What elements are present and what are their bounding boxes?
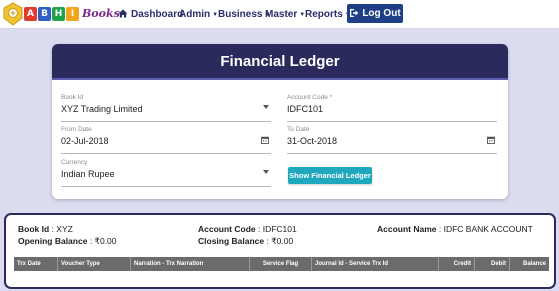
logout-button[interactable]: Log Out <box>347 4 403 23</box>
logo-letter: A <box>24 7 37 21</box>
from-date-label: From Date <box>61 126 92 133</box>
logout-label: Log Out <box>362 8 401 19</box>
nav-reports[interactable]: Reports▼ <box>305 8 351 22</box>
nav-reports-label: Reports <box>305 9 343 20</box>
nav-admin[interactable]: Admin ▼ <box>179 8 218 22</box>
field-underline <box>61 121 271 122</box>
account-code-input[interactable]: Account Code * IDFC101 <box>287 94 497 122</box>
from-date-input[interactable]: From Date 02-Jul-2018 <box>61 126 271 154</box>
nav-master-label: Master <box>265 9 298 20</box>
field-underline <box>61 186 271 187</box>
result-opening-balance-label: Opening Balance <box>18 236 88 246</box>
logo-letter: I <box>66 7 79 21</box>
result-account-name-value: : IDFC BANK ACCOUNT <box>438 224 533 234</box>
result-account-name-label: Account Name <box>377 224 437 234</box>
result-opening-balance-value: : ₹0.00 <box>89 236 117 246</box>
account-code-label: Account Code * <box>287 94 333 101</box>
result-book-id-value: : XYZ <box>51 224 73 234</box>
top-navbar: A B H I Books Dashboard Admin ▼ Business ▼… <box>0 0 559 29</box>
to-date-input[interactable]: To Date 31-Oct-2018 <box>287 126 497 154</box>
column-header-voucher-type[interactable]: Voucher Type <box>58 257 131 271</box>
to-date-value: 31-Oct-2018 <box>287 136 338 146</box>
result-account-code-label: Account Code <box>198 224 256 234</box>
result-account-name: Account Name : IDFC BANK ACCOUNT <box>377 224 533 234</box>
financial-ledger-form: Financial Ledger Book Id XYZ Trading Lim… <box>52 44 508 199</box>
book-id-select[interactable]: Book Id XYZ Trading Limited <box>61 94 271 122</box>
logo-letter: B <box>38 7 51 21</box>
nav-dashboard[interactable]: Dashboard <box>118 8 183 22</box>
column-header-debit[interactable]: Debit <box>475 257 510 271</box>
logo-letter: H <box>52 7 65 21</box>
nav-dashboard-label: Dashboard <box>131 9 184 20</box>
result-account-code: Account Code : IDFC101 <box>198 224 297 234</box>
currency-label: Currency <box>61 159 88 166</box>
currency-value: Indian Rupee <box>61 169 115 179</box>
logout-icon <box>350 9 359 17</box>
calendar-icon[interactable] <box>487 136 495 144</box>
brand-logo[interactable]: A B H I Books <box>2 2 120 27</box>
result-opening-balance: Opening Balance : ₹0.00 <box>18 236 117 247</box>
column-header-balance[interactable]: Balance <box>510 257 549 271</box>
ledger-table-header: Trx Date Voucher Type Narration - Trx Na… <box>14 257 549 271</box>
result-book-id: Book Id : XYZ <box>18 224 73 234</box>
nav-master[interactable]: Master ▼ <box>265 8 305 22</box>
column-header-journal-id[interactable]: Journal Id - Service Trx Id <box>312 257 439 271</box>
book-id-value: XYZ Trading Limited <box>61 104 143 114</box>
column-header-narration[interactable]: Narration - Trx Narration <box>131 257 250 271</box>
result-closing-balance-value: : ₹0.00 <box>266 236 294 246</box>
currency-select[interactable]: Currency Indian Rupee <box>61 159 271 187</box>
column-header-trx-date[interactable]: Trx Date <box>14 257 58 271</box>
field-underline <box>61 153 271 154</box>
to-date-label: To Date <box>287 126 310 133</box>
field-underline <box>287 153 497 154</box>
result-book-id-label: Book Id <box>18 224 50 234</box>
account-code-value: IDFC101 <box>287 104 324 114</box>
result-closing-balance: Closing Balance : ₹0.00 <box>198 236 293 247</box>
calendar-icon[interactable] <box>261 136 269 144</box>
logo-tail-text: Books <box>82 7 120 20</box>
from-date-value: 02-Jul-2018 <box>61 136 109 146</box>
result-closing-balance-label: Closing Balance <box>198 236 265 246</box>
logo-emblem-icon <box>3 2 23 26</box>
nav-business[interactable]: Business ▼ <box>218 8 270 22</box>
book-id-label: Book Id <box>61 94 84 101</box>
nav-business-label: Business <box>218 9 263 20</box>
nav-admin-label: Admin <box>179 9 211 20</box>
field-underline <box>287 121 497 122</box>
form-title: Financial Ledger <box>52 44 508 80</box>
dashboard-icon <box>118 9 128 18</box>
show-financial-ledger-button[interactable]: Show Financial Ledger <box>288 167 372 184</box>
dropdown-caret-icon <box>263 105 269 109</box>
dropdown-caret-icon <box>263 170 269 174</box>
result-account-code-value: : IDFC101 <box>258 224 297 234</box>
ledger-result-panel: Book Id : XYZ Opening Balance : ₹0.00 Ac… <box>4 213 556 289</box>
column-header-credit[interactable]: Credit <box>439 257 475 271</box>
column-header-service-flag[interactable]: Service Flag <box>250 257 312 271</box>
